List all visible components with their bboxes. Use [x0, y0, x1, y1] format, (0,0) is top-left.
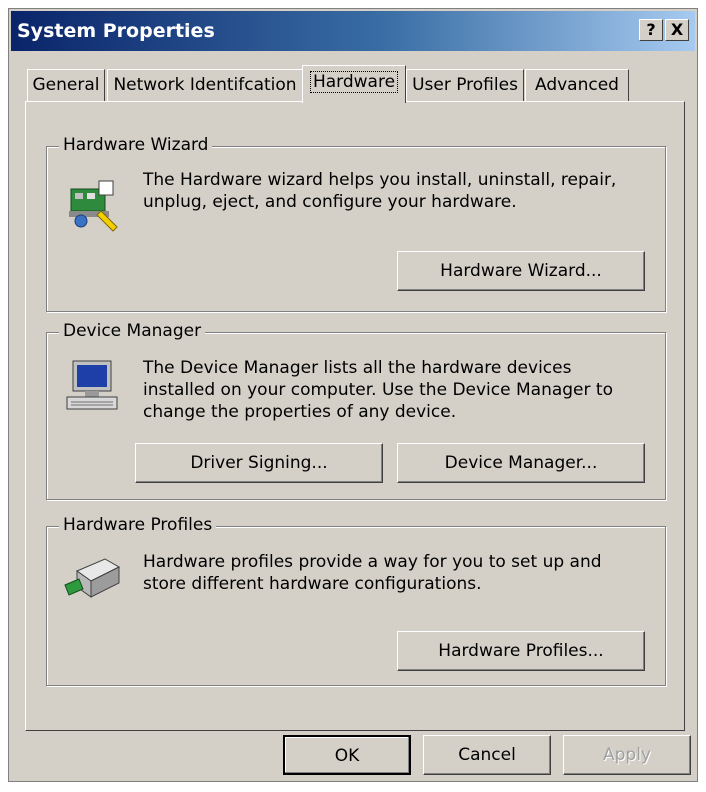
cancel-button[interactable]: Cancel [423, 735, 551, 775]
tab-advanced[interactable]: Advanced [525, 69, 629, 101]
hardware-tab-panel: Hardware Wizard The Hardware wizard help… [25, 101, 685, 731]
hardware-profiles-button[interactable]: Hardware Profiles... [397, 631, 645, 671]
help-button[interactable]: ? [639, 19, 663, 41]
hardware-profiles-group: Hardware Profiles Hardware profiles prov… [46, 515, 666, 686]
device-manager-description: The Device Manager lists all the hardwar… [143, 358, 613, 422]
tab-advanced-label: Advanced [535, 75, 619, 95]
hardware-wizard-group-label: Hardware Wizard [59, 135, 213, 155]
tab-network-identification-label: Network Identifcation [113, 75, 297, 95]
close-button[interactable]: X [665, 19, 689, 41]
hardware-profiles-description: Hardware profiles provide a way for you … [143, 552, 602, 594]
tab-hardware-label: Hardware [309, 71, 399, 93]
device-manager-group-label: Device Manager [59, 321, 206, 341]
device-manager-button[interactable]: Device Manager... [397, 443, 645, 483]
computer-icon [66, 360, 118, 410]
tab-user-profiles[interactable]: User Profiles [406, 69, 524, 101]
tab-user-profiles-label: User Profiles [412, 75, 518, 95]
tab-general-label: General [32, 75, 100, 95]
device-manager-group: Device Manager The Device Manager lists … [46, 321, 666, 500]
hardware-wizard-group: Hardware Wizard The Hardware wizard help… [46, 135, 666, 312]
driver-signing-button[interactable]: Driver Signing... [135, 443, 383, 483]
title-bar[interactable]: System Properties ? X [11, 11, 695, 51]
hardware-wizard-icon [69, 180, 118, 232]
tab-hardware[interactable]: Hardware [302, 65, 406, 103]
hardware-profiles-icon [64, 558, 121, 598]
apply-button: Apply [563, 735, 691, 775]
tab-network-identification[interactable]: Network Identifcation [107, 69, 303, 101]
hardware-profiles-group-label: Hardware Profiles [59, 515, 217, 535]
hardware-wizard-button[interactable]: Hardware Wizard... [397, 251, 645, 291]
tab-general[interactable]: General [27, 69, 105, 101]
window-title: System Properties [17, 20, 215, 42]
system-properties-window: System Properties ? X General Network Id… [8, 8, 698, 782]
hardware-wizard-description: The Hardware wizard helps you install, u… [143, 170, 617, 212]
ok-button[interactable]: OK [283, 735, 411, 775]
